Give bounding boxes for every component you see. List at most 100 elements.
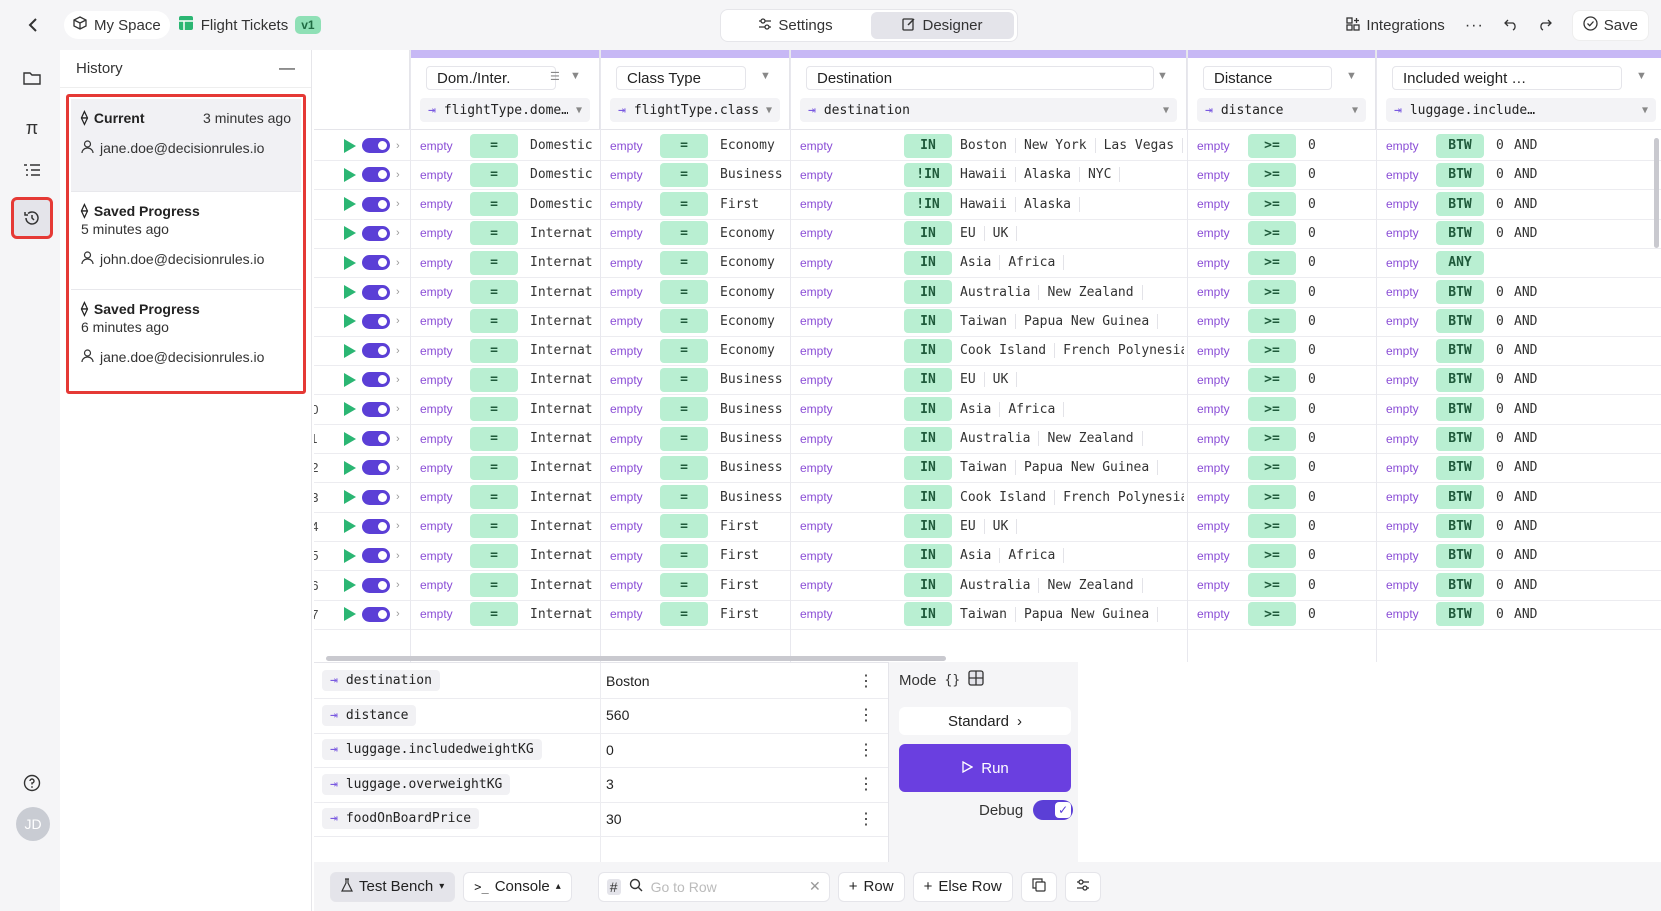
operator-cell[interactable]: =: [470, 540, 518, 571]
destination-tag[interactable]: UK: [985, 225, 1018, 241]
operator-cell[interactable]: IN: [904, 218, 952, 249]
operator-cell[interactable]: =: [660, 540, 708, 571]
clear-icon[interactable]: ✕: [809, 878, 821, 895]
row-enable-toggle[interactable]: [362, 159, 390, 190]
destination-tag[interactable]: New York: [1016, 138, 1096, 153]
operator-cell[interactable]: >=: [1248, 159, 1296, 190]
chevron-down-icon[interactable]: ▼: [1636, 70, 1647, 82]
class-type-value[interactable]: Business: [720, 423, 800, 454]
expand-row-icon[interactable]: ›: [396, 159, 400, 190]
distance-value[interactable]: 0: [1308, 599, 1316, 630]
dom-inter-value[interactable]: Internat: [530, 423, 596, 454]
operator-cell[interactable]: IN: [904, 482, 952, 513]
dom-inter-value[interactable]: Domestic: [530, 189, 596, 220]
operator-cell[interactable]: IN: [904, 364, 952, 395]
destination-tag[interactable]: New Zealand: [1039, 431, 1143, 446]
operator-cell[interactable]: BTW: [1436, 423, 1484, 454]
tab-designer[interactable]: Designer: [871, 12, 1014, 39]
operator-cell[interactable]: =: [470, 599, 518, 630]
run-row-icon[interactable]: [344, 394, 356, 425]
weight-value[interactable]: 0: [1496, 364, 1504, 395]
table-mode-icon[interactable]: [968, 670, 984, 690]
operator-cell[interactable]: >=: [1248, 130, 1296, 161]
operator-cell[interactable]: =: [470, 189, 518, 220]
distance-value[interactable]: 0: [1308, 159, 1316, 190]
bench-value[interactable]: 0: [606, 742, 614, 758]
weight-value[interactable]: 0: [1496, 423, 1504, 454]
chevron-down-icon[interactable]: ▼: [570, 70, 581, 82]
operator-cell[interactable]: IN: [904, 423, 952, 454]
destination-tag[interactable]: Las Vegas: [1096, 138, 1184, 153]
chevron-down-icon[interactable]: ▼: [1157, 70, 1168, 82]
operator-cell[interactable]: =: [660, 277, 708, 308]
run-row-icon[interactable]: [344, 511, 356, 542]
weight-value[interactable]: 0: [1496, 189, 1504, 220]
row-enable-toggle[interactable]: [362, 452, 390, 483]
column-name-select[interactable]: Distance: [1203, 66, 1332, 90]
run-row-icon[interactable]: [344, 540, 356, 571]
destination-tag[interactable]: Alaska: [1016, 167, 1080, 183]
operator-cell[interactable]: !IN: [904, 189, 952, 220]
expand-row-icon[interactable]: ›: [396, 540, 400, 571]
column-name-select[interactable]: Destination: [806, 66, 1154, 90]
expand-row-icon[interactable]: ›: [396, 218, 400, 249]
weight-value[interactable]: 0: [1496, 452, 1504, 483]
scrollbar-thumb[interactable]: [326, 656, 946, 661]
destination-tag[interactable]: EU: [952, 225, 985, 241]
row-enable-toggle[interactable]: [362, 277, 390, 308]
operator-cell[interactable]: >=: [1248, 452, 1296, 483]
weight-value[interactable]: 0: [1496, 570, 1504, 601]
operator-cell[interactable]: BTW: [1436, 335, 1484, 366]
operator-cell[interactable]: =: [470, 364, 518, 395]
class-type-value[interactable]: Economy: [720, 218, 800, 249]
operator-cell[interactable]: =: [660, 423, 708, 454]
run-row-icon[interactable]: [344, 423, 356, 454]
destination-tag[interactable]: Alaska: [1016, 196, 1080, 212]
add-else-row-button[interactable]: + Else Row: [912, 871, 1013, 902]
operator-cell[interactable]: =: [660, 570, 708, 601]
column-path[interactable]: ⇥ distance ▼: [1197, 98, 1366, 122]
destination-tag[interactable]: New Zealand: [1039, 284, 1143, 300]
run-row-icon[interactable]: [344, 599, 356, 630]
operator-cell[interactable]: =: [470, 423, 518, 454]
destination-tag[interactable]: UK: [985, 372, 1018, 388]
expand-row-icon[interactable]: ›: [396, 247, 400, 278]
row-enable-toggle[interactable]: [362, 306, 390, 337]
run-row-icon[interactable]: [344, 130, 356, 161]
destination-tag[interactable]: Cook Island: [952, 489, 1056, 505]
dom-inter-value[interactable]: Internat: [530, 452, 596, 483]
row-enable-toggle[interactable]: [362, 335, 390, 366]
destination-tag[interactable]: NYC: [1080, 167, 1121, 183]
distance-value[interactable]: 0: [1308, 130, 1316, 161]
dom-inter-value[interactable]: Domestic: [530, 130, 596, 161]
column-path[interactable]: ⇥ destination ▼: [800, 98, 1177, 122]
dom-inter-value[interactable]: Internat: [530, 394, 596, 425]
chevron-down-icon[interactable]: ▼: [760, 70, 771, 82]
operator-cell[interactable]: IN: [904, 277, 952, 308]
operator-cell[interactable]: IN: [904, 570, 952, 601]
run-button[interactable]: Run: [899, 744, 1071, 792]
operator-cell[interactable]: =: [470, 570, 518, 601]
destination-tag[interactable]: Australia: [952, 284, 1040, 300]
column-path[interactable]: ⇥ luggage.include… ▼: [1386, 98, 1656, 122]
operator-cell[interactable]: BTW: [1436, 599, 1484, 630]
bench-value[interactable]: 3: [606, 776, 614, 792]
help-icon[interactable]: [14, 765, 50, 801]
destination-tag[interactable]: Taiwan: [952, 606, 1016, 622]
destination-tag[interactable]: Australia: [952, 431, 1040, 446]
rule-breadcrumb[interactable]: Flight Tickets v1: [178, 15, 321, 35]
class-type-value[interactable]: Economy: [720, 130, 800, 161]
destination-tag[interactable]: Asia: [952, 255, 1001, 271]
run-row-icon[interactable]: [344, 452, 356, 483]
destination-tag[interactable]: Hawaii: [952, 196, 1016, 212]
operator-cell[interactable]: =: [660, 159, 708, 190]
destination-tag[interactable]: French Polynesia: [1055, 343, 1184, 358]
dom-inter-value[interactable]: Internat: [530, 306, 596, 337]
dom-inter-value[interactable]: Internat: [530, 570, 596, 601]
destination-tag[interactable]: Asia: [952, 548, 1001, 564]
weight-value[interactable]: 0: [1496, 277, 1504, 308]
operator-cell[interactable]: =: [470, 277, 518, 308]
list-icon[interactable]: [14, 152, 50, 188]
operator-cell[interactable]: BTW: [1436, 540, 1484, 571]
weight-value[interactable]: 0: [1496, 130, 1504, 161]
